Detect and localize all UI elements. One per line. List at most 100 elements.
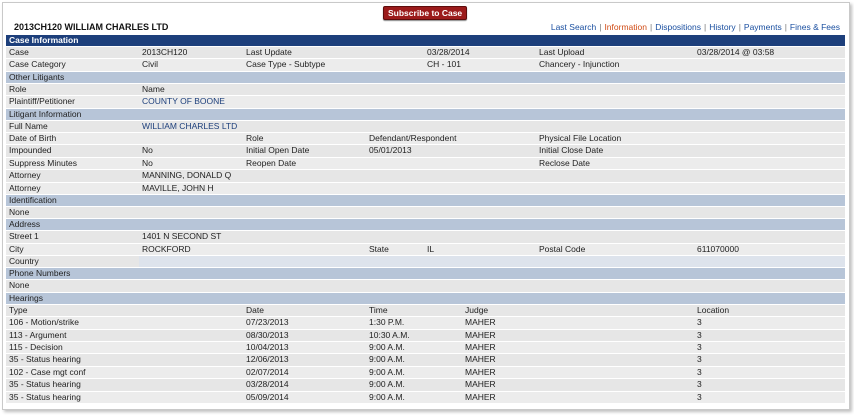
phone-numbers-row: None <box>6 280 845 293</box>
initial-close-label: Initial Close Date <box>539 145 604 156</box>
date-column-header: Date <box>246 304 264 315</box>
identification-value: None <box>9 206 30 217</box>
identification-row: None <box>6 206 845 220</box>
hearing-date: 03/28/2014 <box>246 379 289 390</box>
postal-code-value: 611070000 <box>697 243 739 254</box>
initial-open-value: 05/01/2013 <box>369 145 412 156</box>
country-value <box>139 256 845 268</box>
time-column-header: Time <box>369 304 388 315</box>
suppress-minutes-value: No <box>142 157 153 168</box>
name-column-header: Name <box>142 83 165 94</box>
hearing-type: 35 - Status hearing <box>9 391 81 402</box>
hearing-time: 1:30 P.M. <box>369 317 405 328</box>
top-bar: 2013CH120 WILLIAM CHARLES LTD Subscribe … <box>3 3 849 35</box>
initial-open-label: Initial Open Date <box>246 145 310 156</box>
case-category-value: Civil <box>142 59 159 70</box>
litigant-information-header: Litigant Information <box>6 108 845 121</box>
hearing-location: 3 <box>697 391 702 402</box>
hearing-judge: MAHER <box>465 391 496 402</box>
last-update-label: Last Update <box>246 47 292 57</box>
hearing-row: 102 - Case mgt conf 02/07/2014 9:00 A.M.… <box>6 366 845 380</box>
full-name-value: WILLIAM CHARLES LTD <box>142 120 238 131</box>
case-type-desc: Chancery - Injunction <box>539 59 620 70</box>
hearing-judge: MAHER <box>465 342 496 353</box>
location-column-header: Location <box>697 304 730 315</box>
nav-history[interactable]: History <box>709 22 735 32</box>
address-header: Address <box>6 219 845 232</box>
case-information-header: Case Information <box>6 35 845 47</box>
hearing-location: 3 <box>697 366 702 377</box>
hearing-location: 3 <box>697 329 702 340</box>
attorney-label: Attorney <box>9 170 41 181</box>
litigant-info-row: Suppress Minutes No Reopen Date Reclose … <box>6 157 845 171</box>
postal-code-label: Postal Code <box>539 243 586 254</box>
city-value: ROCKFORD <box>142 243 191 254</box>
state-label: State <box>369 243 389 254</box>
physical-file-label: Physical File Location <box>539 132 622 143</box>
type-column-header: Type <box>9 304 28 315</box>
litigant-row: Plaintiff/Petitioner COUNTY OF BOONE <box>6 96 845 109</box>
hearing-judge: MAHER <box>465 329 496 340</box>
phone-numbers-header: Phone Numbers <box>6 268 845 281</box>
address-row: City ROCKFORD State IL Postal Code 61107… <box>6 243 845 257</box>
hearing-date: 02/07/2014 <box>246 366 289 377</box>
attorney-name: MANNING, DONALD Q <box>142 170 232 181</box>
impounded-value: No <box>142 145 153 156</box>
case-info-row: Case 2013CH120 Last Update 03/28/2014 La… <box>6 47 845 60</box>
attorney-row: Attorney MANNING, DONALD Q <box>6 170 845 183</box>
other-litigants-columns: Role Name <box>6 83 845 97</box>
hearing-date: 08/30/2013 <box>246 329 289 340</box>
other-litigants-header: Other Litigants <box>6 71 845 84</box>
case-category-label: Case Category <box>9 59 66 70</box>
street1-label: Street 1 <box>9 231 39 242</box>
case-title: 2013CH120 WILLIAM CHARLES LTD <box>14 22 169 32</box>
nav-payments[interactable]: Payments <box>744 22 782 32</box>
last-update-value: 03/28/2014 <box>427 47 470 57</box>
hearing-type: 102 - Case mgt conf <box>9 366 86 377</box>
identification-header: Identification <box>6 194 845 207</box>
hearing-row: 35 - Status hearing 05/09/2014 9:00 A.M.… <box>6 391 845 404</box>
hearing-location: 3 <box>697 379 702 390</box>
hearing-time: 9:00 A.M. <box>369 354 405 365</box>
nav-last-search[interactable]: Last Search <box>551 22 596 32</box>
attorney-name: MAVILLE, JOHN H <box>142 182 214 193</box>
hearing-date: 07/23/2013 <box>246 317 289 328</box>
case-type-code: CH - 101 <box>427 59 462 70</box>
hearing-row: 106 - Motion/strike 07/23/2013 1:30 P.M.… <box>6 317 845 330</box>
state-value: IL <box>427 243 435 254</box>
hearing-row: 35 - Status hearing 03/28/2014 9:00 A.M.… <box>6 379 845 392</box>
nav-dispositions[interactable]: Dispositions <box>655 22 701 32</box>
role-label: Role <box>246 132 264 143</box>
hearings-header: Hearings <box>6 292 845 305</box>
hearing-judge: MAHER <box>465 317 496 328</box>
hearing-judge: MAHER <box>465 354 496 365</box>
hearings-columns: Type Date Time Judge Location <box>6 304 845 318</box>
address-row: Country <box>6 256 845 269</box>
subscribe-button[interactable]: Subscribe to Case <box>383 6 468 20</box>
hearing-date: 05/09/2014 <box>246 391 289 402</box>
hearing-location: 3 <box>697 354 702 365</box>
street1-value: 1401 N SECOND ST <box>142 231 222 242</box>
hearing-row: 113 - Argument 08/30/2013 10:30 A.M. MAH… <box>6 329 845 343</box>
case-number-value: 2013CH120 <box>142 47 188 57</box>
hearing-time: 9:00 A.M. <box>369 342 405 353</box>
hearing-type: 35 - Status hearing <box>9 379 81 390</box>
litigant-name-link[interactable]: COUNTY OF BOONE <box>139 96 225 107</box>
case-type-label: Case Type - Subtype <box>246 59 326 70</box>
role-column-header: Role <box>9 83 27 94</box>
nav-fines-fees[interactable]: Fines & Fees <box>790 22 840 32</box>
case-nav: Last Search | Information | Dispositions | His… <box>550 22 840 32</box>
nav-information[interactable]: Information <box>604 22 647 32</box>
hearing-time: 9:00 A.M. <box>369 379 405 390</box>
attorney-row: Attorney MAVILLE, JOHN H <box>6 182 845 195</box>
city-label: City <box>9 243 24 254</box>
reclose-date-label: Reclose Date <box>539 157 591 168</box>
litigant-role: Plaintiff/Petitioner <box>9 96 75 107</box>
hearing-type: 106 - Motion/strike <box>9 317 79 328</box>
impounded-label: Impounded <box>9 145 52 156</box>
hearing-row: 35 - Status hearing 12/06/2013 9:00 A.M.… <box>6 354 845 367</box>
hearing-time: 10:30 A.M. <box>369 329 410 340</box>
hearing-location: 3 <box>697 342 702 353</box>
reopen-date-label: Reopen Date <box>246 157 297 168</box>
judge-column-header: Judge <box>465 304 489 315</box>
